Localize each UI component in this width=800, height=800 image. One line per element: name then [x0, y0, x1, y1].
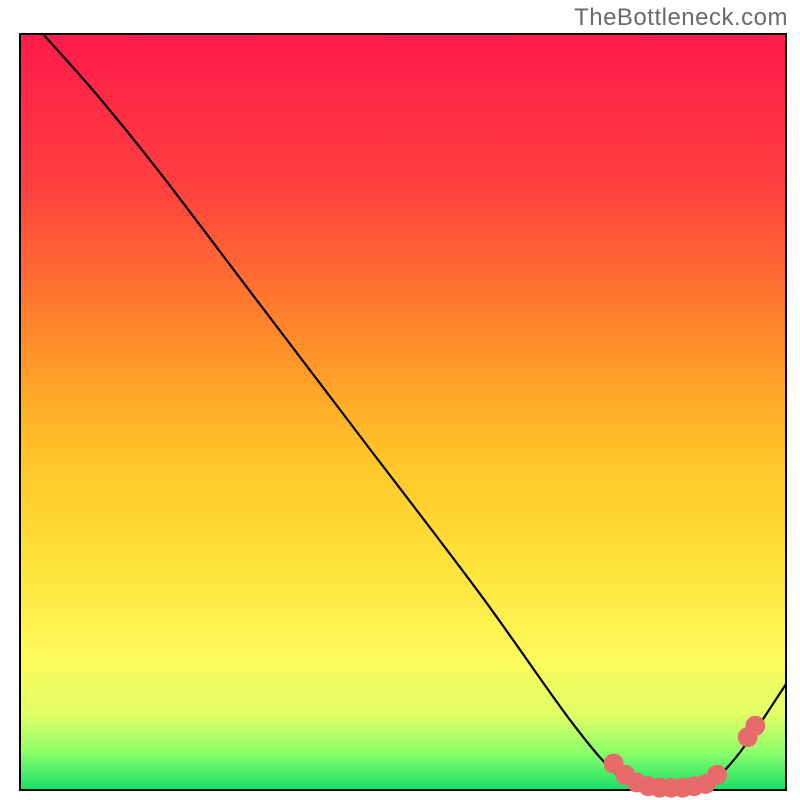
curve-marker — [745, 716, 765, 736]
bottleneck-chart — [0, 0, 800, 800]
watermark-text: TheBottleneck.com — [574, 4, 788, 32]
chart-container: TheBottleneck.com — [0, 0, 800, 800]
curve-marker — [707, 765, 727, 785]
plot-background — [20, 34, 786, 790]
